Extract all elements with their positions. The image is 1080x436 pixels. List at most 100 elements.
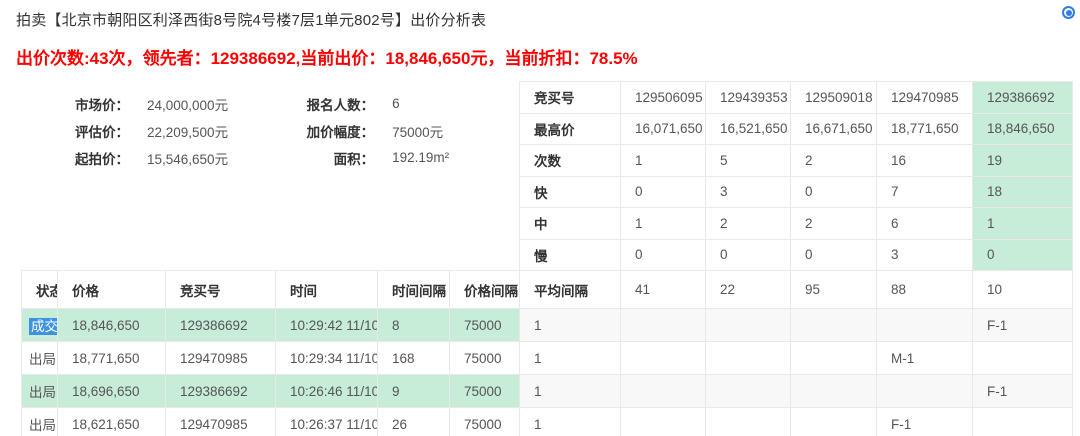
info-value: 75000元 bbox=[392, 121, 443, 141]
bid-time-cell: 10:26:37 11/10 bbox=[276, 408, 378, 436]
bid-row: 出局18,696,65012938669210:26:46 11/1097500… bbox=[22, 375, 1073, 408]
bid-price-gap-cell: 75000 bbox=[450, 375, 520, 408]
bid-mark-cell: F-1 bbox=[877, 408, 973, 436]
info-value: 24,000,000元 bbox=[147, 94, 228, 114]
stats-row-label: 竞买号 bbox=[520, 82, 621, 114]
info-value: 15,546,650元 bbox=[147, 148, 228, 168]
bidder-stats-table: 竞买号1295060951294393531295090181294709851… bbox=[519, 81, 1073, 271]
bid-avg-cell: 1 bbox=[520, 375, 621, 408]
bid-col-header: 价格间隔 bbox=[450, 271, 520, 309]
stats-cell: 0 bbox=[973, 239, 1073, 271]
info-value: 192.19m² bbox=[392, 150, 449, 165]
stats-cell: 0 bbox=[791, 176, 877, 208]
bid-col-header: 时间间隔 bbox=[378, 271, 450, 309]
bid-avg-cell: 1 bbox=[520, 408, 621, 436]
info-row: 面积： 192.19m² bbox=[286, 144, 449, 171]
stats-cell: 129470985 bbox=[877, 82, 973, 114]
info-group-details: 报名人数：6 加价幅度： 75000元面积： 192.19m² bbox=[286, 90, 449, 171]
avg-interval-cell: 22 bbox=[706, 271, 791, 309]
bid-bidder-cell: 129386692 bbox=[166, 309, 276, 342]
bid-mark-cell: M-1 bbox=[877, 342, 973, 375]
stats-cell: 2 bbox=[791, 145, 877, 177]
bid-time-gap-cell: 9 bbox=[378, 375, 450, 408]
info-label: 加价幅度： bbox=[286, 121, 374, 141]
bid-avg-cell: 1 bbox=[520, 309, 621, 342]
bid-mark-cell bbox=[706, 375, 791, 408]
bid-status-selected-text: 成交 bbox=[29, 318, 58, 335]
blue-radio-icon[interactable] bbox=[1062, 6, 1075, 19]
stats-cell: 16,671,650 bbox=[791, 113, 877, 145]
stats-cell: 18 bbox=[973, 176, 1073, 208]
avg-interval-cell: 41 bbox=[621, 271, 706, 309]
bid-col-header: 状态 bbox=[22, 271, 58, 309]
stats-row: 次数1521619 bbox=[520, 145, 1073, 177]
stats-cell: 18,771,650 bbox=[877, 113, 973, 145]
info-row: 报名人数：6 bbox=[286, 90, 449, 117]
info-label: 面积： bbox=[286, 148, 374, 168]
stats-cell: 1 bbox=[621, 145, 706, 177]
info-value: 22,209,500元 bbox=[147, 121, 228, 141]
bid-mark-cell bbox=[706, 309, 791, 342]
stats-row-label: 最高价 bbox=[520, 113, 621, 145]
bid-avg-cell: 1 bbox=[520, 342, 621, 375]
property-info-panel: 市场价： 24,000,000元评估价： 22,209,500元起拍价： 15,546… bbox=[57, 90, 449, 171]
stats-cell: 3 bbox=[706, 176, 791, 208]
page-title: 拍卖【北京市朝阳区利泽西街8号院4号楼7层1单元802号】出价分析表 bbox=[16, 9, 486, 30]
bid-table-header-row: 状态价格竞买号时间时间间隔价格间隔平均间隔4122958810 bbox=[22, 271, 1073, 309]
stats-cell: 0 bbox=[706, 239, 791, 271]
bid-status-cell: 出局 bbox=[22, 408, 58, 436]
bid-mark-cell bbox=[791, 375, 877, 408]
stats-cell: 16,071,650 bbox=[621, 113, 706, 145]
bid-time-cell: 10:26:46 11/10 bbox=[276, 375, 378, 408]
info-label: 起拍价： bbox=[57, 148, 129, 168]
bid-history-table: 状态价格竞买号时间时间间隔价格间隔平均间隔4122958810 成交18,846… bbox=[21, 270, 1073, 436]
bid-time-gap-cell: 168 bbox=[378, 342, 450, 375]
info-group-prices: 市场价： 24,000,000元评估价： 22,209,500元起拍价： 15,546… bbox=[57, 90, 228, 171]
bid-mark-cell bbox=[877, 309, 973, 342]
info-label: 评估价： bbox=[57, 121, 129, 141]
stats-cell: 18,846,650 bbox=[973, 113, 1073, 145]
stats-cell: 0 bbox=[621, 176, 706, 208]
bid-mark-cell bbox=[791, 309, 877, 342]
stats-row-label: 中 bbox=[520, 208, 621, 240]
info-label: 市场价： bbox=[57, 94, 129, 114]
bid-mark-cell bbox=[621, 408, 706, 436]
stats-row: 最高价16,071,65016,521,65016,671,65018,771,… bbox=[520, 113, 1073, 145]
bid-row: 出局18,621,65012947098510:26:37 11/1026750… bbox=[22, 408, 1073, 436]
bid-mark-cell bbox=[973, 342, 1073, 375]
stats-row: 竞买号1295060951294393531295090181294709851… bbox=[520, 82, 1073, 114]
stats-row-label: 快 bbox=[520, 176, 621, 208]
stats-row-label: 次数 bbox=[520, 145, 621, 177]
bid-mark-cell bbox=[621, 342, 706, 375]
bid-price-gap-cell: 75000 bbox=[450, 342, 520, 375]
stats-cell: 7 bbox=[877, 176, 973, 208]
bid-time-gap-cell: 26 bbox=[378, 408, 450, 436]
info-row: 加价幅度： 75000元 bbox=[286, 117, 449, 144]
bid-summary-text: 出价次数:43次，领先者：129386692,当前出价：18,846,650元，… bbox=[16, 44, 638, 69]
bid-price-gap-cell: 75000 bbox=[450, 309, 520, 342]
bid-bidder-cell: 129386692 bbox=[166, 375, 276, 408]
bid-col-header: 竞买号 bbox=[166, 271, 276, 309]
bid-mark-cell bbox=[706, 408, 791, 436]
bid-price-cell: 18,846,650 bbox=[58, 309, 166, 342]
info-value: 6 bbox=[392, 96, 400, 111]
stats-cell: 3 bbox=[877, 239, 973, 271]
bid-col-header: 时间 bbox=[276, 271, 378, 309]
bid-mark-cell: F-1 bbox=[973, 375, 1073, 408]
stats-cell: 129509018 bbox=[791, 82, 877, 114]
stats-cell: 16 bbox=[877, 145, 973, 177]
bid-mark-cell bbox=[621, 375, 706, 408]
bid-mark-cell bbox=[973, 408, 1073, 436]
bid-row: 出局18,771,65012947098510:29:34 11/1016875… bbox=[22, 342, 1073, 375]
bid-status-cell: 出局 bbox=[22, 375, 58, 408]
bid-time-cell: 10:29:34 11/10 bbox=[276, 342, 378, 375]
bid-mark-cell bbox=[877, 375, 973, 408]
avg-interval-cell: 95 bbox=[791, 271, 877, 309]
bid-mark-cell bbox=[706, 342, 791, 375]
stats-cell: 1 bbox=[621, 208, 706, 240]
bid-status-cell: 成交 bbox=[22, 309, 58, 342]
bid-price-cell: 18,771,650 bbox=[58, 342, 166, 375]
stats-row: 快030718 bbox=[520, 176, 1073, 208]
bid-bidder-cell: 129470985 bbox=[166, 342, 276, 375]
avg-interval-cell: 10 bbox=[973, 271, 1073, 309]
